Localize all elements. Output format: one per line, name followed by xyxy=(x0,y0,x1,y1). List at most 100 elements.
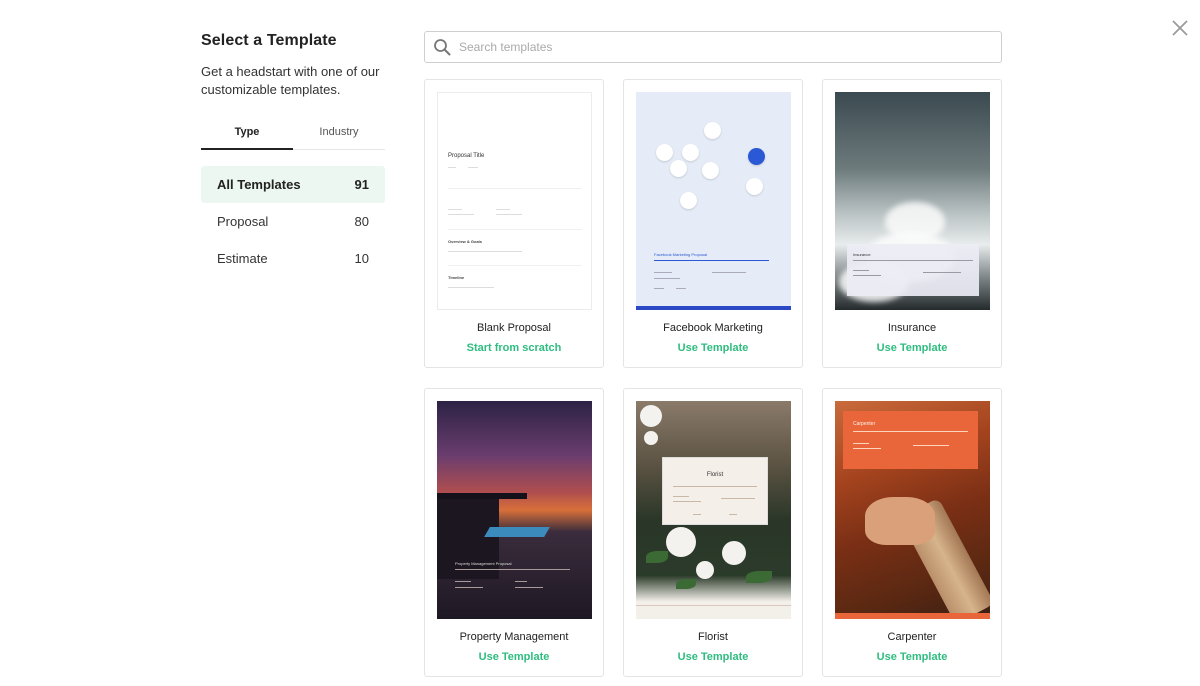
template-name: Facebook Marketing xyxy=(663,322,763,334)
start-from-scratch-link[interactable]: Start from scratch xyxy=(425,342,603,354)
preview-line xyxy=(673,501,701,502)
template-preview-carpenter: Carpenter xyxy=(835,401,990,619)
preview-line xyxy=(448,287,494,288)
preview-line xyxy=(923,272,961,273)
category-count: 91 xyxy=(354,177,369,192)
use-template-link[interactable]: Use Template xyxy=(624,651,802,663)
preview-line xyxy=(496,209,510,210)
search-bar xyxy=(424,31,1002,63)
flower-shape xyxy=(722,541,746,565)
preview-line xyxy=(853,448,881,449)
preview-line xyxy=(448,214,474,215)
preview-line xyxy=(448,251,522,252)
flower-shape xyxy=(640,405,662,427)
preview-doc-title: Insurance xyxy=(853,252,871,257)
sidebar: Select a Template Get a headstart with o… xyxy=(201,32,385,277)
flower-shape xyxy=(666,527,696,557)
preview-line xyxy=(853,270,869,271)
use-template-link[interactable]: Use Template xyxy=(425,651,603,663)
tab-industry[interactable]: Industry xyxy=(293,126,385,149)
close-button[interactable] xyxy=(1168,16,1192,40)
preview-title-card: Florist xyxy=(662,457,768,525)
facebook-bubble xyxy=(680,192,697,209)
preview-footer-bar xyxy=(636,306,791,310)
page-title: Select a Template xyxy=(201,32,337,49)
template-card-facebook-marketing[interactable]: Facebook Marketing Proposal Facebook Mar… xyxy=(623,79,803,368)
house-shape xyxy=(437,499,499,579)
thumbs-up-bubble xyxy=(656,144,673,161)
category-count: 10 xyxy=(354,251,369,266)
template-name: Blank Proposal xyxy=(477,322,551,334)
preview-divider xyxy=(448,229,582,230)
like-bubble xyxy=(746,178,763,195)
preview-line xyxy=(853,275,881,276)
tab-industry-label: Industry xyxy=(319,126,359,138)
template-card-property-management[interactable]: Property Management Proposal Property Ma… xyxy=(424,388,604,677)
leaf-shape xyxy=(646,551,668,563)
leaf-shape xyxy=(676,579,696,589)
like-bubble xyxy=(704,122,721,139)
filter-tabs: Type Industry xyxy=(201,126,385,150)
preview-doc-title: Property Management Proposal xyxy=(455,561,512,566)
preview-line xyxy=(654,272,672,273)
preview-divider xyxy=(455,569,570,570)
template-name: Florist xyxy=(698,631,728,643)
preview-line xyxy=(654,278,680,279)
flower-shape xyxy=(644,431,658,445)
preview-line xyxy=(721,498,755,499)
template-card-carpenter[interactable]: Carpenter Carpenter Use Template xyxy=(822,388,1002,677)
category-list: All Templates 91 Proposal 80 Estimate 10 xyxy=(201,166,385,277)
preview-divider xyxy=(853,431,968,432)
preview-line xyxy=(455,581,471,582)
use-template-link[interactable]: Use Template xyxy=(624,342,802,354)
preview-title-panel: Insurance xyxy=(847,244,979,296)
preview-divider xyxy=(654,260,769,261)
category-count: 80 xyxy=(354,214,369,229)
pool-shape xyxy=(484,527,550,537)
template-card-insurance[interactable]: Insurance Insurance Use Template xyxy=(822,79,1002,368)
preview-line xyxy=(913,445,949,446)
template-name: Carpenter xyxy=(887,631,937,643)
preview-line xyxy=(654,288,664,289)
preview-divider xyxy=(448,265,582,266)
template-card-florist[interactable]: Florist Florist Use Template xyxy=(623,388,803,677)
template-preview-insurance: Insurance xyxy=(835,92,990,310)
template-preview-property-management: Property Management Proposal xyxy=(437,401,592,619)
tab-type[interactable]: Type xyxy=(201,126,293,150)
search-input[interactable] xyxy=(459,40,979,54)
category-label: Proposal xyxy=(217,214,269,229)
preview-divider xyxy=(448,188,582,189)
tab-type-label: Type xyxy=(234,126,260,138)
flower-shape xyxy=(696,561,714,579)
preview-line xyxy=(729,514,737,515)
template-name: Insurance xyxy=(887,322,937,334)
preview-line xyxy=(676,288,686,289)
template-preview-blank-proposal: Proposal Title Overview & Goals Timeline xyxy=(437,92,592,310)
category-all-templates[interactable]: All Templates 91 xyxy=(201,166,385,203)
use-template-link[interactable]: Use Template xyxy=(823,651,1001,663)
category-label: All Templates xyxy=(217,177,301,192)
preview-section-heading: Timeline xyxy=(448,275,465,280)
preview-line xyxy=(448,167,456,168)
template-card-blank-proposal[interactable]: Proposal Title Overview & Goals Timeline… xyxy=(424,79,604,368)
preview-line xyxy=(455,587,483,588)
category-label: Estimate xyxy=(217,251,268,266)
preview-doc-title: Proposal Title xyxy=(448,153,485,159)
like-bubble xyxy=(682,144,699,161)
use-template-link[interactable]: Use Template xyxy=(823,342,1001,354)
template-name: Property Management xyxy=(459,631,569,643)
category-proposal[interactable]: Proposal 80 xyxy=(201,203,385,240)
preview-footer-bar xyxy=(835,613,990,619)
category-estimate[interactable]: Estimate 10 xyxy=(201,240,385,277)
preview-divider xyxy=(853,260,973,261)
preview-line xyxy=(448,209,462,210)
template-preview-florist: Florist xyxy=(636,401,791,619)
preview-doc-title: Facebook Marketing Proposal xyxy=(654,252,708,257)
preview-line xyxy=(515,581,527,582)
facebook-logo-bubble xyxy=(748,148,765,165)
preview-line xyxy=(468,167,478,168)
template-grid: Proposal Title Overview & Goals Timeline… xyxy=(424,79,1002,677)
preview-doc-title: Florist xyxy=(706,472,724,478)
preview-line xyxy=(693,514,701,515)
page-subtitle: Get a headstart with one of our customiz… xyxy=(201,64,380,97)
